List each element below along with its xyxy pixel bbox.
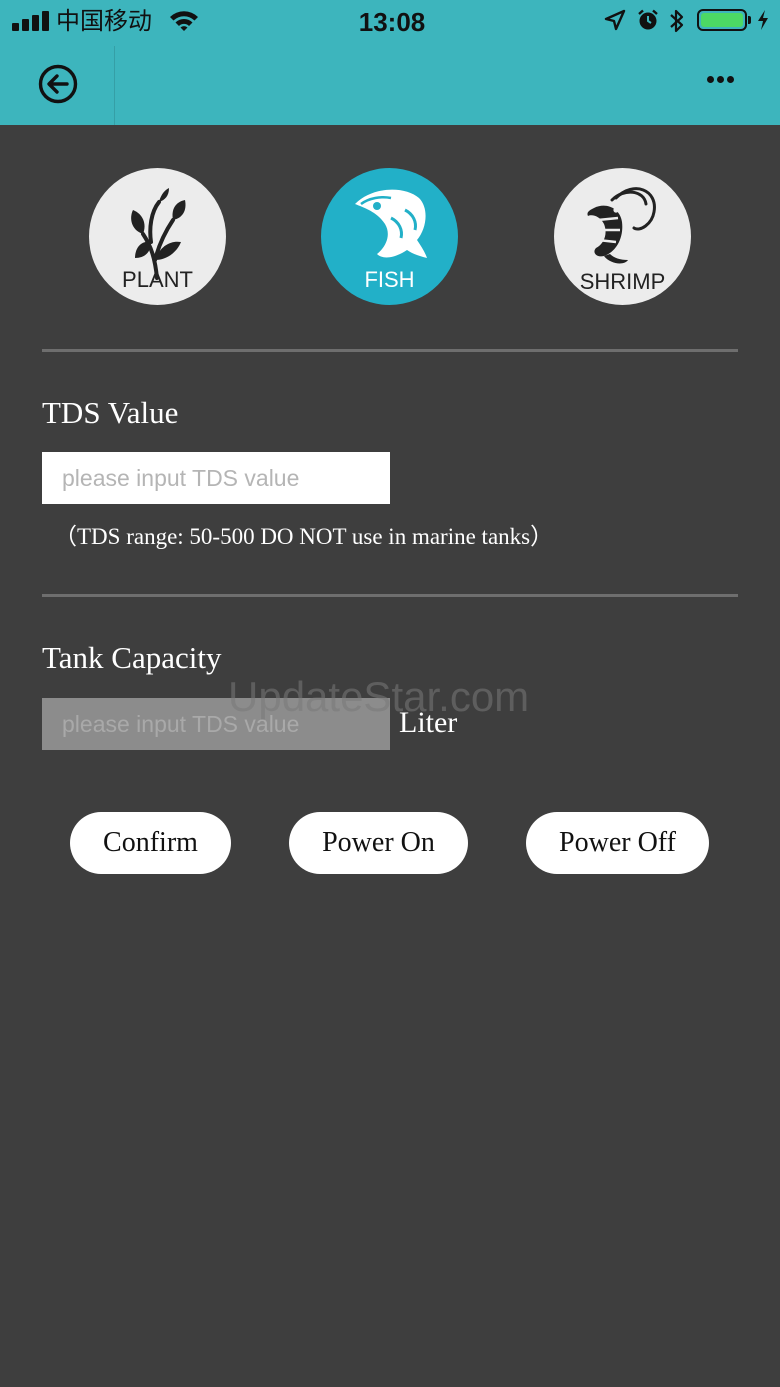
status-time: 13:08 — [358, 7, 426, 37]
more-dots-icon[interactable] — [704, 70, 736, 90]
mode-fish-label: FISH — [364, 267, 415, 292]
section-divider-middle — [42, 594, 738, 597]
wifi-icon — [170, 11, 198, 31]
bluetooth-icon — [670, 9, 684, 33]
alarm-icon — [638, 9, 658, 30]
back-arrow-circle-icon[interactable] — [38, 64, 78, 104]
location-arrow-icon — [604, 9, 626, 31]
power-off-button[interactable]: Power Off — [526, 812, 709, 874]
battery-tip — [748, 16, 751, 24]
status-bar: 中国移动 13:08 — [0, 0, 780, 44]
tank-capacity-input[interactable] — [42, 698, 390, 750]
tds-input[interactable] — [42, 452, 390, 504]
header-divider — [114, 46, 115, 125]
mode-plant-button[interactable]: PLANT — [89, 168, 226, 305]
section-divider-top — [42, 349, 738, 352]
app-header: 中国移动 13:08 — [0, 0, 780, 125]
mode-shrimp-button[interactable]: SHRIMP — [554, 168, 691, 305]
confirm-button[interactable]: Confirm — [70, 812, 231, 874]
power-on-button[interactable]: Power On — [289, 812, 468, 874]
signal-icon — [12, 11, 50, 31]
tds-range-hint: （TDS range: 50-500 DO NOT use in marine … — [54, 524, 554, 549]
battery-icon — [697, 9, 747, 31]
tds-title: TDS Value — [42, 395, 179, 430]
mode-plant-label: PLANT — [122, 267, 193, 292]
charging-bolt-icon — [758, 10, 768, 30]
mode-shrimp-label: SHRIMP — [579, 269, 666, 294]
carrier-name: 中国移动 — [56, 8, 152, 35]
mode-fish-button[interactable]: FISH — [321, 168, 458, 305]
tank-capacity-unit: Liter — [399, 706, 458, 739]
tank-capacity-title: Tank Capacity — [42, 640, 222, 675]
